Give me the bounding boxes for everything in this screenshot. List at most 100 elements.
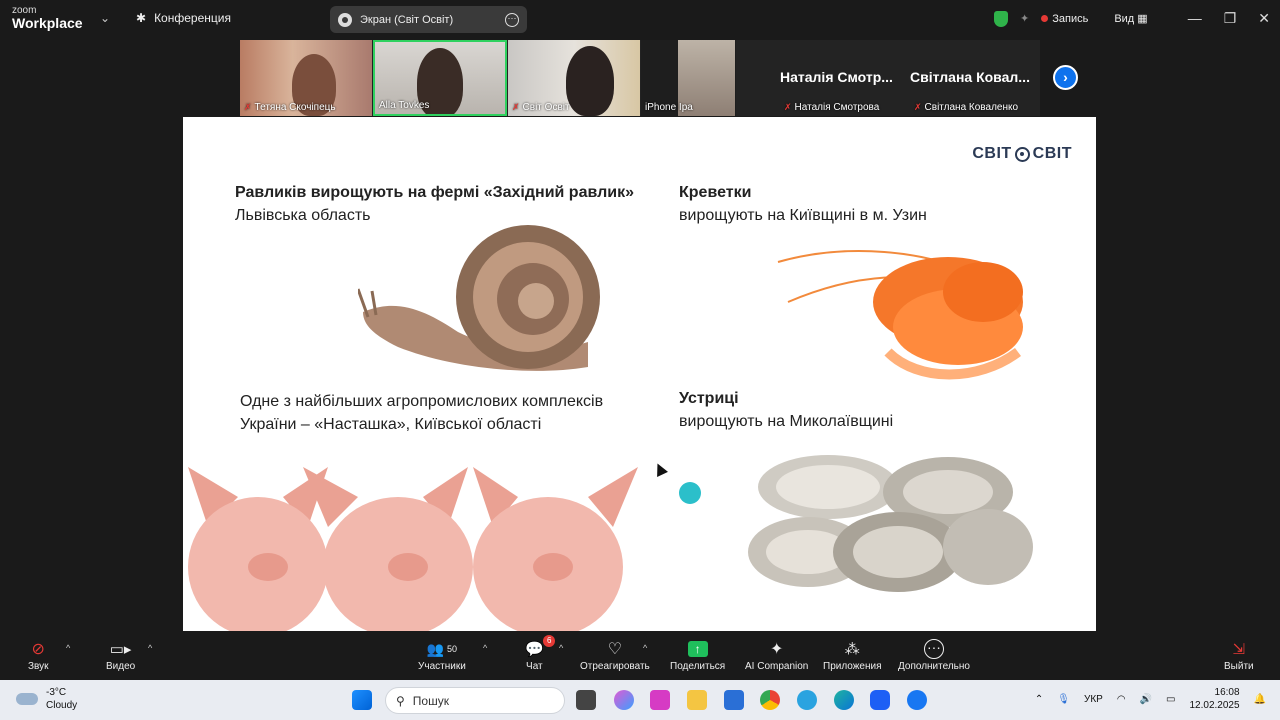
telegram-icon[interactable]: [797, 690, 817, 710]
participant-name: ✗ Світ Освіт: [512, 102, 570, 113]
record-dot-icon: [1041, 14, 1049, 22]
taskbar-search[interactable]: ⚲ Пошук: [385, 687, 565, 714]
mic-muted-icon: ✗: [244, 102, 252, 112]
chrome-icon[interactable]: [760, 690, 780, 710]
language-indicator[interactable]: УКР: [1084, 694, 1103, 705]
date: 12.02.2025: [1189, 700, 1240, 711]
screen-label: Экран (Світ Освіт): [360, 13, 454, 26]
paw-icon: ✱: [136, 11, 147, 25]
brand-word-2: СВІТ: [1032, 145, 1072, 162]
mic-muted-icon: ✗: [784, 102, 792, 112]
volume-icon[interactable]: 🔊: [1140, 694, 1152, 705]
oysters-heading: Устриці вирощують на Миколаївщині: [679, 387, 893, 433]
participant-tile[interactable]: Наталія Смотр... ✗ Наталія Смотрова: [780, 40, 908, 116]
brand-circle-icon: [1014, 146, 1030, 162]
store-icon[interactable]: [724, 690, 744, 710]
mic-icon[interactable]: 🎙: [1057, 694, 1070, 705]
audio-caret-icon[interactable]: ^: [66, 643, 70, 653]
next-page-button[interactable]: ›: [1053, 65, 1078, 90]
wifi-icon[interactable]: ◠: [1117, 694, 1126, 705]
participant-display-name: Наталія Смотр...: [780, 69, 893, 85]
pointer-dot: [679, 482, 701, 504]
restore-icon[interactable]: ❐: [1224, 10, 1237, 27]
pigs-image: [188, 467, 638, 631]
close-icon[interactable]: ✕: [1258, 10, 1270, 27]
brand-word-1: СВІТ: [972, 145, 1012, 162]
audio-button[interactable]: ⊘ Звук: [28, 637, 49, 672]
participant-tile[interactable]: ✗ Світ Освіт: [508, 40, 640, 116]
edge-icon[interactable]: [834, 690, 854, 710]
conference-label: Конференция: [154, 11, 231, 25]
participant-name: iPhone Ipa: [645, 102, 693, 113]
apps-button[interactable]: ⁂ Приложения: [823, 637, 882, 672]
shrimp-title: Креветки: [679, 184, 752, 201]
mouse-cursor-icon: [652, 461, 668, 477]
share-button[interactable]: ↑ Поделиться: [670, 637, 725, 672]
participant-tile-active[interactable]: Alla Tovkes: [373, 40, 507, 116]
shrimp-heading: Креветки вирощують на Київщині в м. Узин: [679, 181, 927, 227]
record-button[interactable]: Запись: [1041, 13, 1088, 25]
react-label: Отреагировать: [580, 661, 650, 672]
participants-label: Участники: [418, 661, 466, 672]
participant-video: [566, 46, 614, 116]
view-label: Вид: [1114, 13, 1135, 25]
participant-name: ✗ Наталія Смотрова: [784, 102, 879, 113]
video-strip: ✗ Тетяна Скочіпець Alla Tovkes ✗ Світ Осві…: [240, 40, 1040, 116]
participant-tile[interactable]: Світлана Ковал... ✗ Світлана Коваленко: [910, 40, 1038, 116]
battery-icon[interactable]: ▭: [1166, 694, 1175, 705]
participant-tile[interactable]: iPhone Ipa: [641, 40, 736, 116]
zoom-app-icon[interactable]: [870, 690, 890, 710]
task-view-icon[interactable]: [576, 690, 596, 710]
minimize-icon[interactable]: —: [1188, 10, 1202, 27]
participant-name-text: Наталія Смотрова: [794, 102, 880, 113]
shrimp-subtitle: вирощують на Київщині в м. Узин: [679, 207, 927, 224]
oysters-subtitle: вирощують на Миколаївщині: [679, 413, 894, 430]
screen-icon: [338, 12, 352, 27]
clock[interactable]: 16:08 12.02.2025: [1189, 686, 1239, 712]
copilot-icon[interactable]: [614, 690, 634, 710]
oysters-image: [748, 455, 1033, 592]
sparkle-icon[interactable]: ✦: [1020, 12, 1029, 25]
heart-icon: ♡: [607, 641, 623, 658]
conference-button[interactable]: ✱ Конференция: [136, 11, 231, 25]
record-label: Запись: [1052, 12, 1089, 25]
snipping-tool-icon[interactable]: [650, 690, 670, 710]
chevron-up-icon[interactable]: ⌃: [1035, 694, 1043, 705]
search-icon: ⚲: [396, 693, 405, 708]
video-button[interactable]: ▭▸ Видео: [106, 637, 135, 672]
participant-name-text: Alla Tovkes: [379, 100, 430, 111]
shrimp-image: [777, 250, 1023, 380]
participant-name-text: Тетяна Скочіпець: [254, 102, 336, 113]
chevron-down-icon[interactable]: ⌄: [100, 11, 110, 25]
start-icon[interactable]: [352, 690, 372, 710]
participants-caret-icon[interactable]: ^: [483, 643, 487, 653]
participant-name: Alla Tovkes: [379, 100, 429, 111]
chat-button[interactable]: 💬 6 Чат: [525, 635, 556, 672]
snails-title: Равликів вирощують на фермі «Західний ра…: [235, 184, 635, 201]
search-placeholder: Пошук: [412, 693, 449, 708]
facebook-icon[interactable]: [907, 690, 927, 710]
chat-caret-icon[interactable]: ^: [559, 643, 563, 653]
react-button[interactable]: ♡ Отреагировать: [580, 637, 650, 672]
screen-share-indicator[interactable]: Экран (Світ Освіт) ···: [330, 6, 527, 33]
snails-subtitle: Львівська область: [235, 207, 371, 224]
apps-label: Приложения: [823, 661, 882, 672]
participant-tile[interactable]: ✗ Тетяна Скочіпець: [240, 40, 372, 116]
title-bar: zoom Workplace ⌄ ✱ Конференция Экран (Св…: [0, 0, 1280, 38]
ai-companion-button[interactable]: ✦ AI Companion: [745, 637, 808, 672]
participants-button[interactable]: 👥 50 Участники: [418, 637, 466, 673]
view-button[interactable]: Вид ▦: [1114, 12, 1147, 25]
file-explorer-icon[interactable]: [687, 690, 707, 710]
leave-button[interactable]: ⇲ Выйти: [1224, 637, 1254, 672]
mic-muted-icon: ⊘: [31, 641, 45, 658]
notification-bell-icon[interactable]: 🔔: [1254, 694, 1266, 705]
participant-display-name: Світлана Ковал...: [910, 69, 1030, 85]
react-caret-icon[interactable]: ^: [643, 643, 647, 653]
more-button[interactable]: ··· Дополнительно: [898, 637, 970, 672]
video-caret-icon[interactable]: ^: [148, 643, 152, 653]
more-options-icon[interactable]: ···: [505, 12, 519, 27]
apps-icon: ⁂: [844, 641, 860, 658]
shield-icon[interactable]: [994, 10, 1009, 27]
participant-name-text: Світлана Коваленко: [924, 102, 1019, 113]
weather-widget[interactable]: -3°C Cloudy: [16, 686, 77, 712]
